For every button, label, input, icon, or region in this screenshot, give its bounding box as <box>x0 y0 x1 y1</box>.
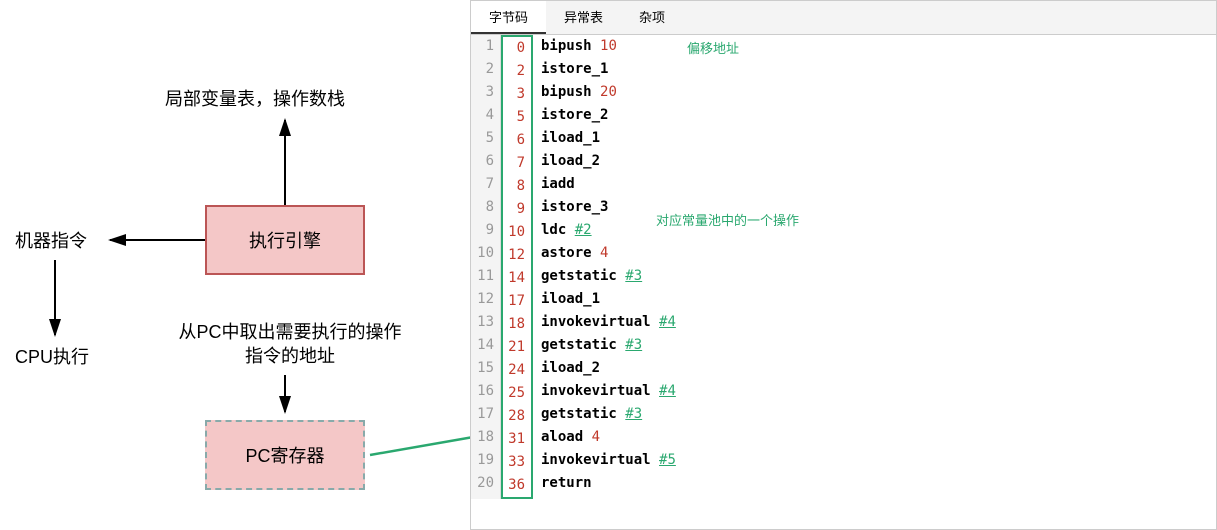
box-pc-register: PC寄存器 <box>205 420 365 490</box>
offset-column: 02356789101214171821242528313336 <box>501 35 533 499</box>
annotation-const-pool: 对应常量池中的一个操作 <box>656 209 799 232</box>
label-local-vars: 局部变量表，操作数栈 <box>165 85 345 111</box>
jvm-diagram: 局部变量表，操作数栈 执行引擎 机器指令 CPU执行 从PC中取出需要执行的操作… <box>0 0 470 530</box>
annotation-offset-addr: 偏移地址 <box>687 37 739 60</box>
label-machine-instr: 机器指令 <box>15 227 87 253</box>
tab-bytecode[interactable]: 字节码 <box>471 1 546 34</box>
bytecode-panel: 字节码 异常表 杂项 12345678910111213141516171819… <box>470 0 1217 530</box>
label-from-pc: 从PC中取出需要执行的操作指令的地址 <box>175 320 405 368</box>
label-cpu: CPU执行 <box>15 343 89 369</box>
code-body: 1234567891011121314151617181920 02356789… <box>471 35 1216 499</box>
tab-misc[interactable]: 杂项 <box>621 1 683 34</box>
line-gutter: 1234567891011121314151617181920 <box>471 35 501 499</box>
box-engine: 执行引擎 <box>205 205 365 275</box>
tabs: 字节码 异常表 杂项 <box>471 1 1216 35</box>
instruction-column: bipush 10istore_1bipush 20istore_2iload_… <box>533 35 1216 499</box>
tab-exception[interactable]: 异常表 <box>546 1 621 34</box>
